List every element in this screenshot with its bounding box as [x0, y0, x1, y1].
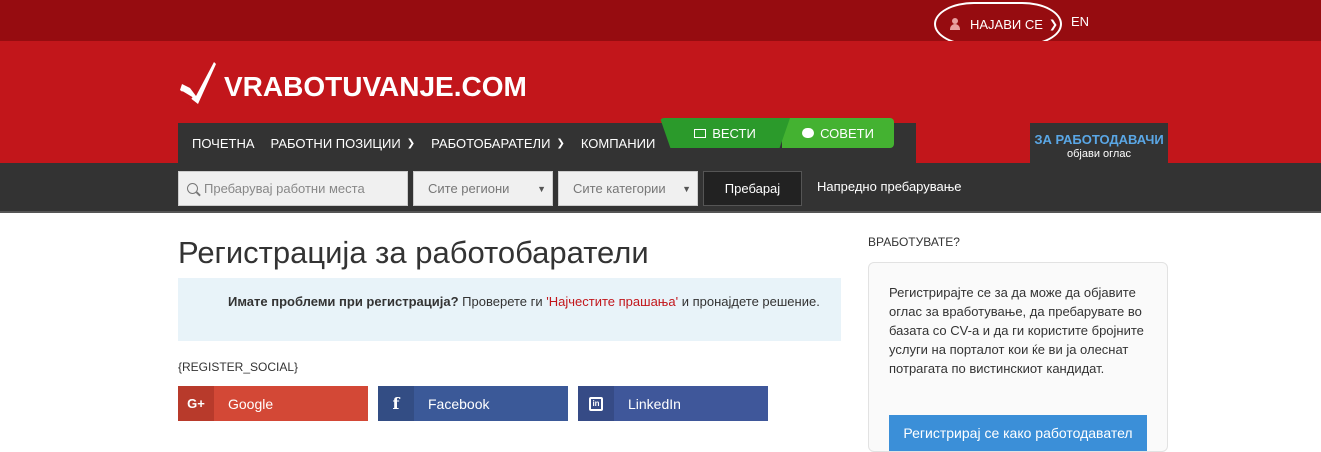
- chevron-down-icon: ❯: [556, 137, 565, 149]
- linkedin-icon: in: [578, 386, 614, 421]
- search-button[interactable]: Пребарај: [703, 171, 802, 206]
- tab-news[interactable]: ВЕСТИ: [660, 118, 790, 148]
- language-switch[interactable]: EN: [1071, 14, 1089, 29]
- tab-tips[interactable]: СОВЕТИ: [782, 118, 894, 148]
- tab-label: ВЕСТИ: [712, 125, 756, 141]
- logo-text: VRABOTUVANJE.COM: [224, 71, 527, 102]
- nav-item-home[interactable]: ПОЧЕТНА: [178, 136, 263, 151]
- nav-label: РАБОТОБАРАТЕЛИ: [431, 135, 551, 151]
- sidebar-text: Регистрирајте се за да може да објавите …: [889, 285, 1144, 376]
- site-logo[interactable]: VRABOTUVANJE.COM: [178, 58, 527, 106]
- info-bold: Имате проблеми при регистрација?: [228, 294, 459, 309]
- nav-label: ПОЧЕТНА: [192, 135, 255, 151]
- dropdown-arrow-icon: ▼: [537, 183, 546, 194]
- chat-bubble-icon: [802, 128, 815, 138]
- info-pre: Проверете ги: [462, 294, 543, 309]
- facebook-label: Facebook: [428, 395, 490, 412]
- employers-title: ЗА РАБОТОДАВАЧИ: [1034, 132, 1164, 147]
- dropdown-arrow-icon: ▼: [682, 183, 691, 194]
- nav-label: КОМПАНИИ: [580, 135, 656, 151]
- search-icon: [187, 183, 198, 194]
- nav-item-jobseekers[interactable]: РАБОТОБАРАТЕЛИ ❯: [423, 136, 573, 151]
- region-value: Сите региони: [428, 181, 510, 196]
- logo-check-icon: [178, 58, 218, 106]
- nav-label: РАБОТНИ ПОЗИЦИИ: [270, 135, 401, 151]
- register-employer-button[interactable]: Регистрирај се како работодавател: [889, 415, 1147, 451]
- faq-link[interactable]: 'Најчестите прашања': [546, 294, 678, 309]
- login-label: НАЈАВИ СЕ: [970, 16, 1043, 32]
- top-bar: [0, 0, 1321, 41]
- info-post: и пронајдете решение.: [681, 294, 820, 309]
- info-box: Имате проблеми при регистрација? Провере…: [178, 278, 841, 341]
- region-select[interactable]: Сите региони ▼: [413, 171, 553, 206]
- facebook-button[interactable]: f Facebook: [378, 386, 568, 421]
- advanced-search-link[interactable]: Напредно пребарување: [817, 179, 962, 194]
- nav-item-positions[interactable]: РАБОТНИ ПОЗИЦИИ ❯: [263, 136, 424, 151]
- chevron-down-icon: ❯: [406, 137, 416, 149]
- employers-button[interactable]: ЗА РАБОТОДАВАЧИ објави оглас: [1030, 123, 1168, 163]
- google-button[interactable]: G+ Google: [178, 386, 368, 421]
- google-plus-icon: G+: [178, 386, 214, 421]
- sidebar-title: ВРАБОТУВАТЕ?: [868, 235, 960, 249]
- facebook-icon: f: [378, 386, 414, 421]
- category-select[interactable]: Сите категории ▼: [558, 171, 698, 206]
- search-input[interactable]: Пребарувај работни места: [178, 171, 408, 206]
- register-social-placeholder: {REGISTER_SOCIAL}: [178, 360, 299, 374]
- search-placeholder: Пребарувај работни места: [204, 181, 365, 196]
- employers-subtitle: објави оглас: [1067, 148, 1131, 160]
- nav-item-companies[interactable]: КОМПАНИИ: [573, 136, 663, 151]
- linkedin-button[interactable]: in LinkedIn: [578, 386, 768, 421]
- sidebar-box: Регистрирајте се за да може да објавите …: [868, 262, 1168, 452]
- green-tabs: ВЕСТИ СОВЕТИ: [660, 118, 902, 148]
- search-bar: Пребарувај работни места Сите региони ▼ …: [0, 163, 1321, 213]
- login-button[interactable]: НАЈАВИ СЕ ❯: [934, 2, 1062, 46]
- category-value: Сите категории: [573, 181, 666, 196]
- tab-label: СОВЕТИ: [820, 125, 874, 141]
- news-icon: [694, 128, 707, 138]
- linkedin-label: LinkedIn: [628, 395, 681, 412]
- page-title: Регистрација за работобаратели: [178, 235, 649, 270]
- google-label: Google: [228, 395, 274, 412]
- user-icon: [950, 18, 960, 30]
- chevron-down-icon: ❯: [1048, 18, 1059, 31]
